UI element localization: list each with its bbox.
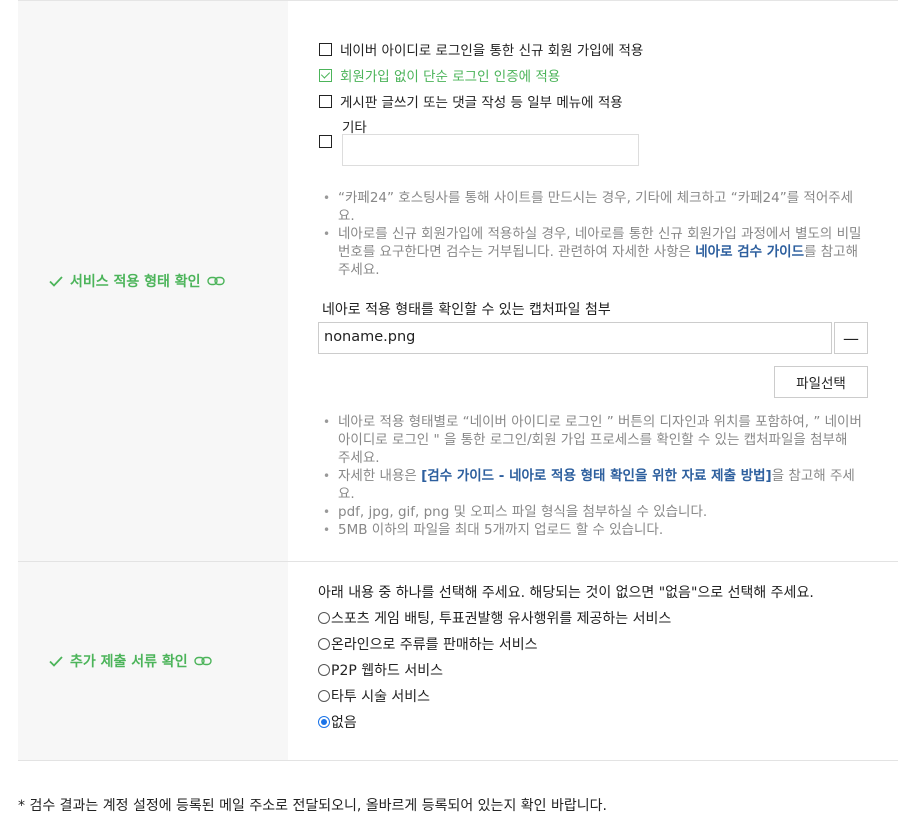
radio-option-tattoo[interactable]: 타투 시술 서비스 [318,686,430,706]
radio-p2p-label: P2P 웹하드 서비스 [331,663,443,679]
option-login-only-label: 회원가입 없이 단순 로그인 인증에 적용 [340,69,561,85]
link-icon[interactable] [193,655,212,667]
radio-p2p[interactable] [318,664,330,676]
note-cafe24: “카페24” 호스팅사를 통해 사이트를 만드시는 경우, 기타에 체크하고 “… [322,189,862,225]
service-type-label-text: 서비스 적용 형태 확인 [70,274,201,290]
note-formats: pdf, jpg, gif, png 및 오피스 파일 형식을 첨부하실 수 있… [322,503,862,521]
check-icon [49,656,63,667]
etc-input[interactable] [342,134,639,166]
radio-option-sports[interactable]: 스포츠 게임 배팅, 투표권발행 유사행위를 제공하는 서비스 [318,608,671,628]
radio-liquor-label: 온라인으로 주류를 판매하는 서비스 [331,637,538,653]
attach-notes: 네아로 적용 형태별로 “네이버 아이디로 로그인 ” 버튼의 디자인과 위치를… [322,413,862,539]
radio-option-liquor[interactable]: 온라인으로 주류를 판매하는 서비스 [318,634,538,654]
radio-sports-label: 스포츠 게임 배팅, 투표권발행 유사행위를 제공하는 서비스 [331,611,672,627]
option-login-only[interactable]: 회원가입 없이 단순 로그인 인증에 적용 [319,65,560,85]
service-type-label: 서비스 적용 형태 확인 [48,271,225,291]
extra-docs-label-text: 추가 제출 서류 확인 [70,654,188,670]
checkbox-login-only[interactable] [319,68,332,82]
extra-docs-label: 추가 제출 서류 확인 [48,651,212,671]
review-form-table: 서비스 적용 형태 확인 네이버 아이디로 로그인을 통한 신규 회원 가입에 … [18,0,898,761]
checkbox-signup[interactable] [319,42,332,56]
checkbox-partial-menu[interactable] [319,94,332,108]
checkbox-etc[interactable] [319,135,332,148]
option-signup-label: 네이버 아이디로 로그인을 통한 신규 회원 가입에 적용 [340,43,644,59]
file-name-field[interactable]: noname.png [318,322,832,354]
submission-guide-link[interactable]: [검수 가이드 - 네아로 적용 형태 확인을 위한 자료 제출 방법] [421,468,772,484]
note-capture: 네아로 적용 형태별로 “네이버 아이디로 로그인 ” 버튼의 디자인과 위치를… [322,413,862,467]
service-type-content: 네이버 아이디로 로그인을 통한 신규 회원 가입에 적용 회원가입 없이 단순… [288,1,898,561]
radio-sports[interactable] [318,612,330,624]
service-type-row: 서비스 적용 형태 확인 네이버 아이디로 로그인을 통한 신규 회원 가입에 … [18,1,898,562]
note-password: 네아로를 신규 회원가입에 적용하실 경우, 네아로를 통한 신규 회원가입 과… [322,225,862,279]
option-partial-menu-label: 게시판 글쓰기 또는 댓글 작성 등 일부 메뉴에 적용 [340,95,623,111]
option-etc-label: 기타 [342,120,367,136]
extra-docs-row: 추가 제출 서류 확인 아래 내용 중 하나를 선택해 주세요. 해당되는 것이… [18,562,898,761]
remove-file-button[interactable]: — [834,322,868,354]
guide-link[interactable]: 네아로 검수 가이드 [695,244,804,260]
radio-none-label: 없음 [331,715,357,731]
check-icon [49,276,63,287]
radio-none[interactable] [318,716,330,728]
attach-title: 네아로 적용 형태를 확인할 수 있는 캡처파일 첨부 [322,302,611,318]
choose-file-button[interactable]: 파일선택 [774,366,868,398]
radio-option-p2p[interactable]: P2P 웹하드 서비스 [318,660,443,680]
option-signup[interactable]: 네이버 아이디로 로그인을 통한 신규 회원 가입에 적용 [319,39,643,59]
radio-option-none[interactable]: 없음 [318,712,357,732]
radio-liquor[interactable] [318,638,330,650]
service-notes: “카페24” 호스팅사를 통해 사이트를 만드시는 경우, 기타에 체크하고 “… [322,189,862,279]
radio-tattoo[interactable] [318,690,330,702]
service-type-label-cell: 서비스 적용 형태 확인 [18,1,288,561]
note-size: 5MB 이하의 파일을 최대 5개까지 업로드 할 수 있습니다. [322,521,862,539]
radio-tattoo-label: 타투 시술 서비스 [331,689,431,705]
option-partial-menu[interactable]: 게시판 글쓰기 또는 댓글 작성 등 일부 메뉴에 적용 [319,91,623,111]
footer-note: * 검수 결과는 계정 설정에 등록된 메일 주소로 전달되오니, 올바르게 등… [18,798,607,814]
extra-docs-content: 아래 내용 중 하나를 선택해 주세요. 해당되는 것이 없으면 "없음"으로 … [288,562,898,760]
link-icon[interactable] [206,275,225,287]
extra-docs-label-cell: 추가 제출 서류 확인 [18,562,288,760]
note-guide: 자세한 내용은 [검수 가이드 - 네아로 적용 형태 확인을 위한 자료 제출… [322,467,862,503]
extra-docs-question: 아래 내용 중 하나를 선택해 주세요. 해당되는 것이 없으면 "없음"으로 … [318,585,814,601]
